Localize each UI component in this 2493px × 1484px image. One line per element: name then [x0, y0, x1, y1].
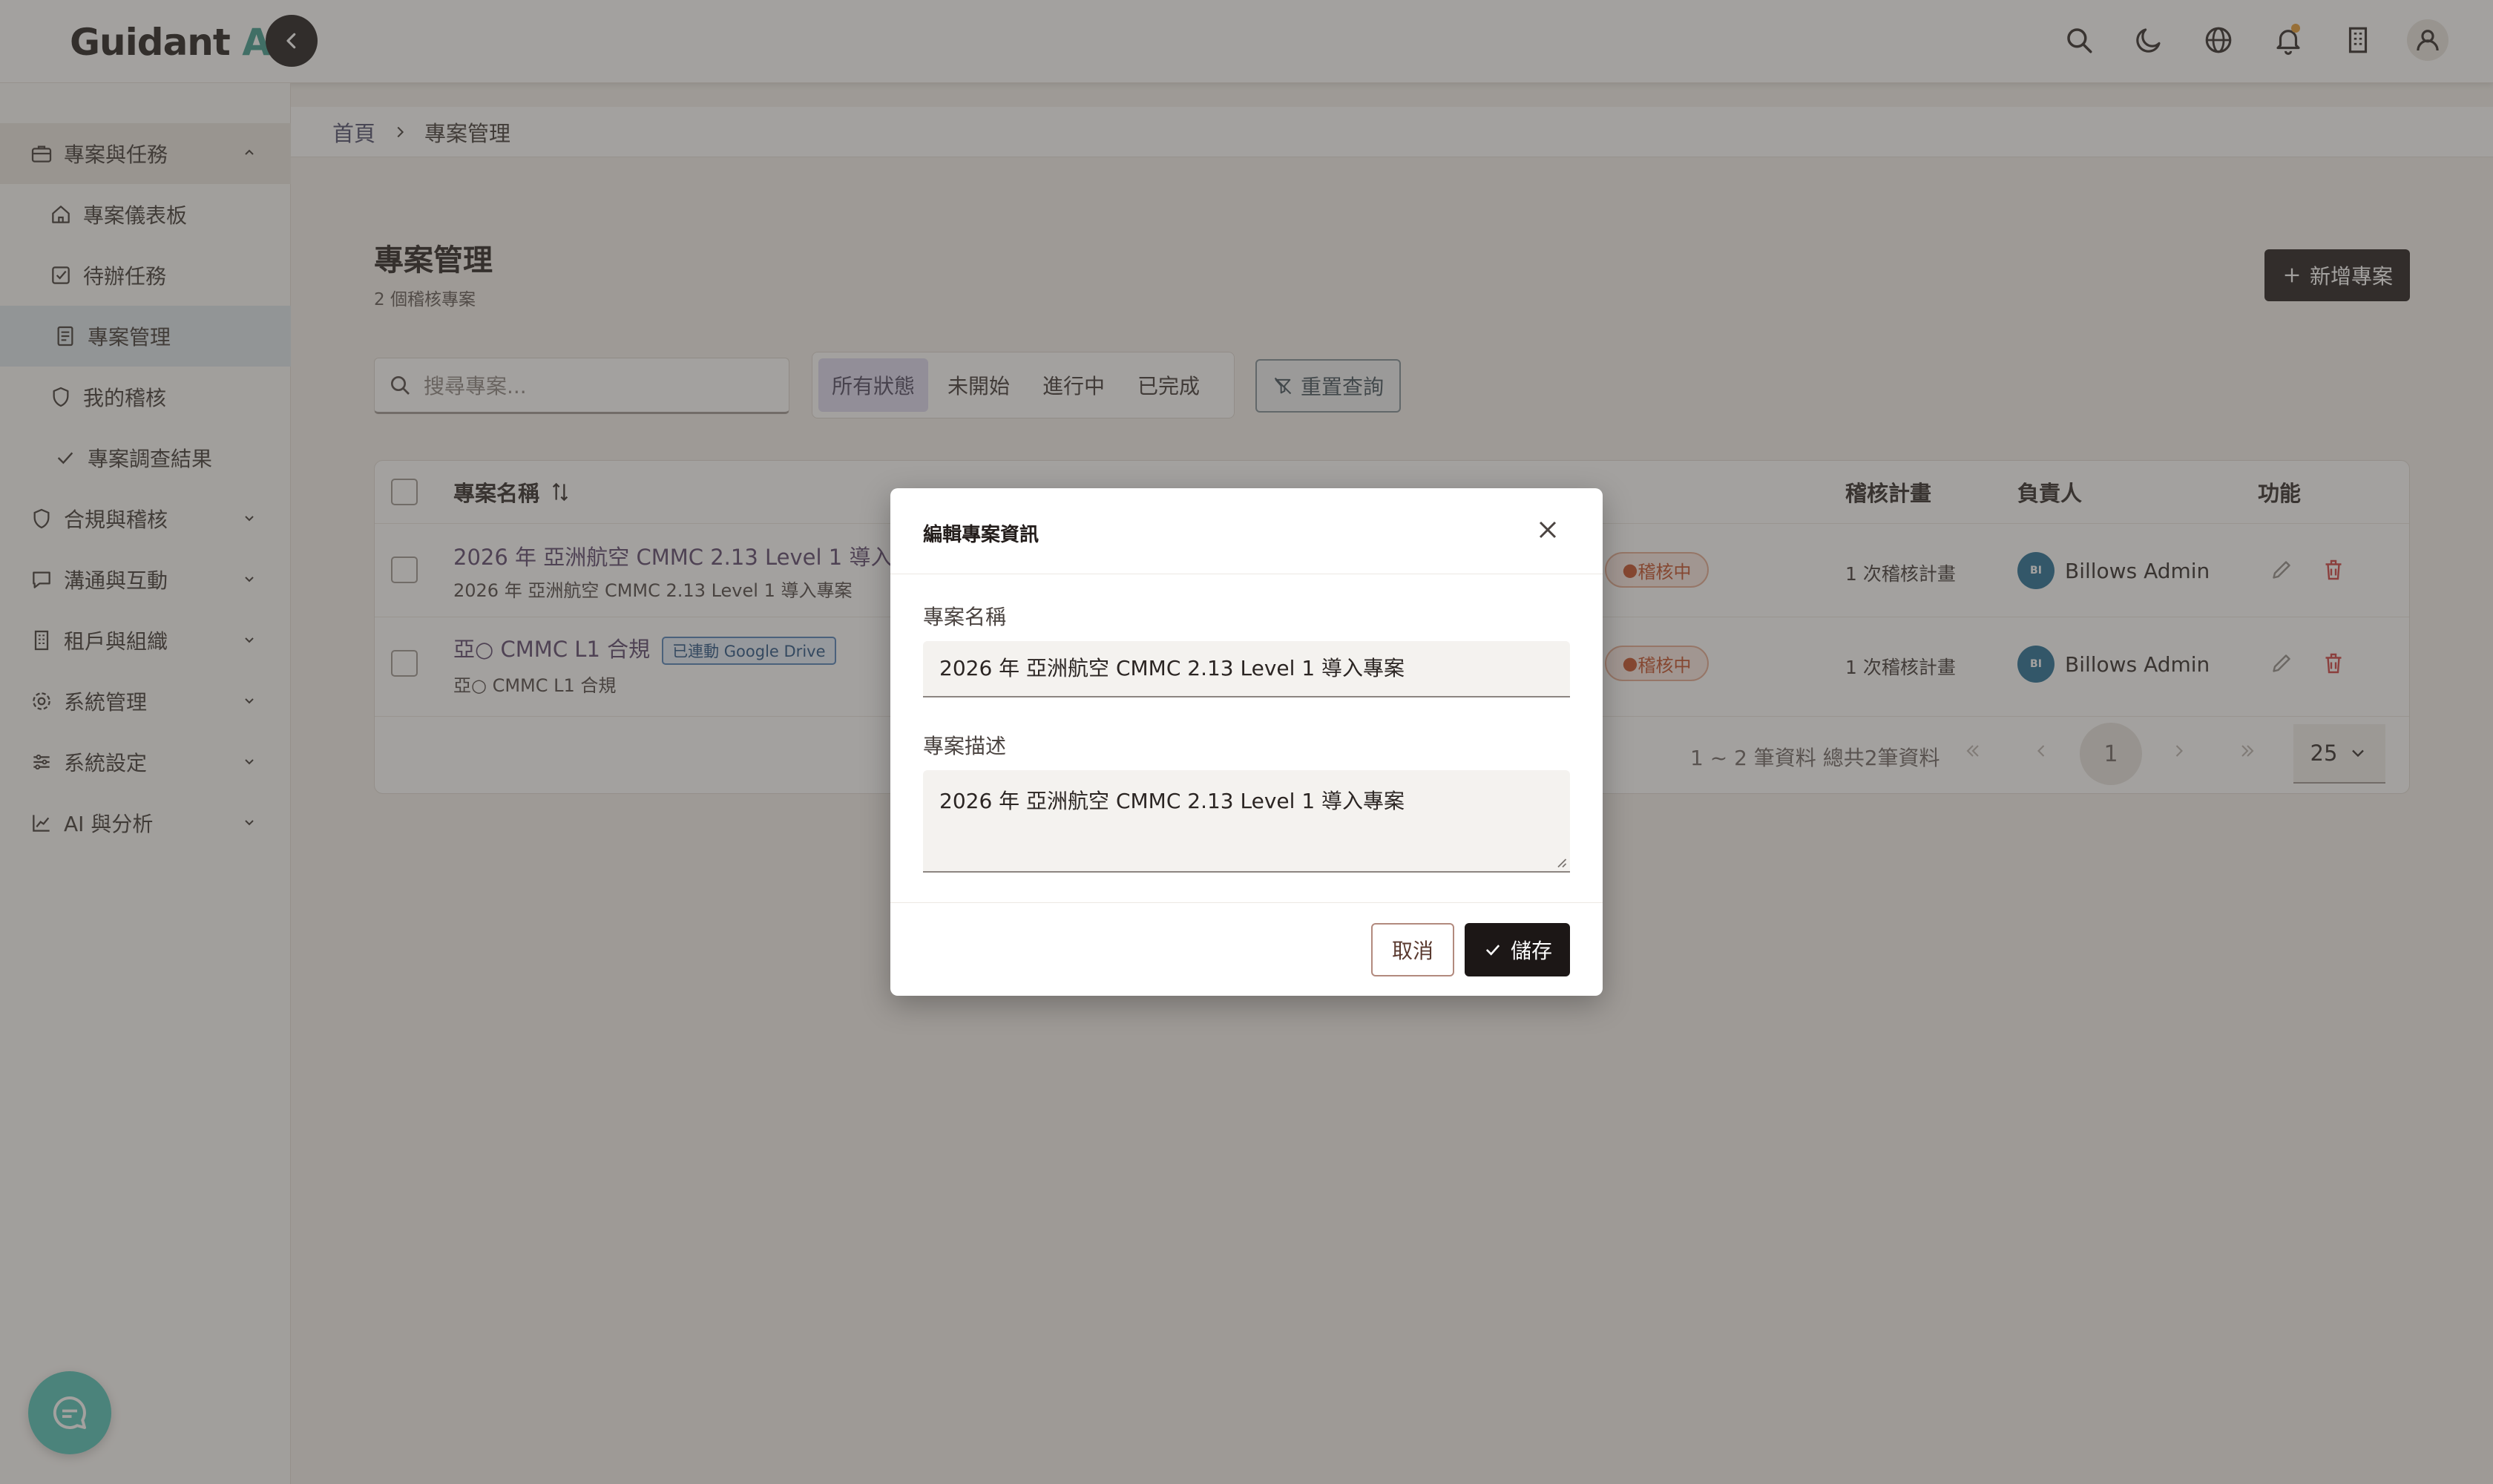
cancel-button[interactable]: 取消: [1371, 923, 1454, 976]
check-icon: [1485, 945, 1500, 956]
dialog-title: 編輯專案資訊: [923, 524, 1039, 546]
project-description-value: 2026 年 亞洲航空 CMMC 2.13 Level 1 導入專案: [939, 789, 1405, 813]
project-name-field[interactable]: 2026 年 亞洲航空 CMMC 2.13 Level 1 導入專案: [923, 641, 1570, 697]
edit-project-dialog: 編輯專案資訊 專案名稱 2026 年 亞洲航空 CMMC 2.13 Level …: [890, 488, 1603, 996]
dialog-header: 編輯專案資訊: [890, 488, 1603, 574]
resize-handle-icon[interactable]: [1554, 855, 1567, 868]
close-icon[interactable]: [1533, 515, 1563, 545]
project-description-label: 專案描述: [923, 734, 1007, 758]
project-name-label: 專案名稱: [923, 605, 1007, 629]
save-label: 儲存: [1510, 939, 1552, 963]
save-button[interactable]: 儲存: [1465, 923, 1570, 976]
project-description-field[interactable]: 2026 年 亞洲航空 CMMC 2.13 Level 1 導入專案: [923, 770, 1570, 873]
dialog-divider: [890, 902, 1603, 903]
